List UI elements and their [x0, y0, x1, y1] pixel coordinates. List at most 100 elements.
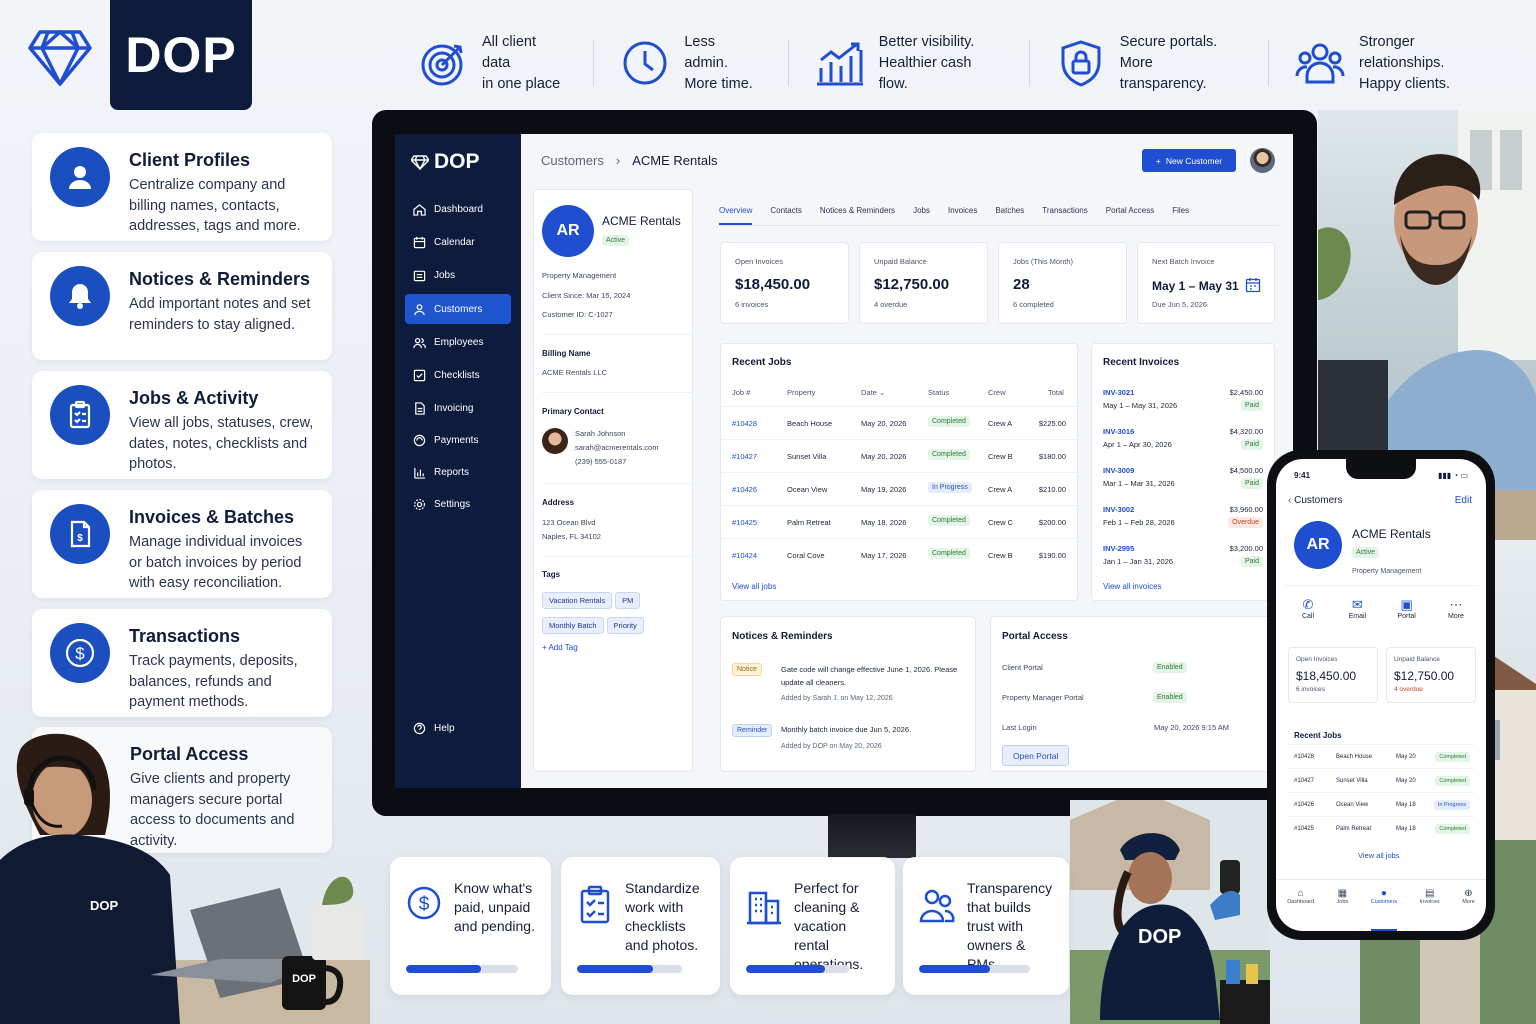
tag[interactable]: Priority [606, 617, 644, 634]
kpi-jobs-month[interactable]: Jobs (This Month) 28 6 completed [998, 242, 1127, 324]
tab-batches[interactable]: Batches [995, 200, 1024, 225]
sidebar-item-help[interactable]: Help [405, 713, 511, 743]
pm-portal-status[interactable]: Enabled [1153, 692, 1187, 703]
tag[interactable]: Vacation Rentals [542, 592, 613, 609]
tag[interactable]: Monthly Batch [542, 617, 604, 634]
job-id-link[interactable]: #10427 [732, 452, 757, 461]
mobile-kpi-unpaid[interactable]: Unpaid Balance $12,750.00 4 overdue [1386, 647, 1476, 703]
sidebar-item-employees[interactable]: Employees [405, 327, 511, 357]
edit-button[interactable]: Edit [1455, 495, 1472, 506]
kpi-next-batch[interactable]: Next Batch Invoice May 1 – May 31 Due Jun … [1137, 242, 1275, 324]
mobile-job-row[interactable]: #10427 Sunset Villa May 20 Completed [1288, 768, 1474, 792]
invoice-id[interactable]: INV-2995 [1103, 544, 1134, 553]
more-button[interactable]: ⋯ More [1438, 597, 1474, 620]
sidebar-item-settings[interactable]: Settings [405, 489, 511, 519]
battery-icon: ▮▮▮ ◔ ▭ [1437, 471, 1468, 480]
invoice-id[interactable]: INV-3002 [1103, 505, 1134, 514]
mobile-job-property: Beach House [1336, 754, 1373, 760]
mobile-job-row[interactable]: #10425 Palm Retreat May 18 Completed [1288, 816, 1474, 840]
invoice-row[interactable]: INV-3002 Feb 1 – Feb 28, 2026 $3,960.00 Ove… [1092, 497, 1274, 536]
new-customer-button[interactable]: + New Customer [1142, 149, 1236, 172]
invoice-id[interactable]: INV-3009 [1103, 466, 1134, 475]
job-id-link[interactable]: #10426 [732, 485, 757, 494]
invoice-row[interactable]: INV-3009 Mar 1 – Mar 31, 2026 $4,500.00 Pai… [1092, 458, 1274, 497]
contact-email[interactable]: sarah@acmerentals.com [575, 443, 658, 452]
mobile-view-all-jobs[interactable]: View all jobs [1358, 851, 1400, 860]
sidebar-item-payments[interactable]: Payments [405, 425, 511, 455]
contact-phone[interactable]: (239) 555-0187 [575, 457, 626, 466]
client-portal-status[interactable]: Enabled [1153, 662, 1187, 673]
job-crew: Crew C [988, 518, 1014, 527]
call-button[interactable]: ✆ Call [1290, 597, 1326, 620]
invoice-status: Overdue [1228, 517, 1263, 528]
gear-icon [413, 498, 426, 510]
support-agent-illustration: DOP DOP [0, 730, 370, 1024]
mug-logo: DOP [292, 973, 316, 985]
breadcrumb-customers[interactable]: Customers [541, 153, 604, 168]
invoice-row[interactable]: INV-2995 Jan 1 – Jan 31, 2026 $3,200.00 Pai… [1092, 536, 1274, 575]
mobile-job-row[interactable]: #10426 Ocean View May 18 In Progress [1288, 792, 1474, 816]
progress-bar [919, 965, 1030, 973]
invoice-id[interactable]: INV-3021 [1103, 388, 1134, 397]
portal-button[interactable]: ▣ Portal [1389, 597, 1425, 620]
tabbar-dashboard[interactable]: ⌂ Dashboard [1287, 888, 1314, 931]
status-badge: Active [602, 235, 630, 246]
invoice-row[interactable]: INV-3021 May 1 – May 31, 2026 $2,450.00 Pai… [1092, 380, 1274, 419]
table-row[interactable]: #10427 Sunset Villa May 20, 2026 Completed C… [721, 439, 1077, 472]
table-row[interactable]: #10424 Coral Cove May 17, 2026 Completed Cre… [721, 538, 1077, 571]
sidebar-item-jobs[interactable]: Jobs [405, 260, 511, 290]
sidebar-item-calendar[interactable]: Calendar [405, 227, 511, 257]
tab-overview[interactable]: Overview [719, 200, 753, 225]
invoice-id[interactable]: INV-3016 [1103, 427, 1134, 436]
customer-avatar: AR [1294, 521, 1342, 569]
view-all-invoices-link[interactable]: View all invoices [1103, 582, 1162, 591]
tab-jobs[interactable]: Jobs [913, 200, 930, 225]
table-row[interactable]: #10428 Beach House May 20, 2026 Completed Cr… [721, 406, 1077, 439]
job-id-link[interactable]: #10424 [732, 551, 757, 560]
sidebar-item-dashboard[interactable]: Dashboard [405, 194, 511, 224]
tabbar-more[interactable]: ⊕ More [1462, 888, 1475, 931]
tab-portal-access[interactable]: Portal Access [1106, 200, 1154, 225]
tab-notices[interactable]: Notices & Reminders [820, 200, 895, 225]
reminder-badge: Reminder [732, 724, 773, 737]
kpi-unpaid-balance[interactable]: Unpaid Balance $12,750.00 4 overdue [859, 242, 988, 324]
tabbar-customers[interactable]: ● Customers [1370, 888, 1398, 931]
mobile-kpi-open-invoices[interactable]: Open Invoices $18,450.00 6 invoices [1288, 647, 1378, 703]
people-icon [1295, 43, 1345, 84]
tag[interactable]: PM [615, 592, 641, 609]
tab-invoices[interactable]: Invoices [948, 200, 977, 225]
tab-files[interactable]: Files [1172, 200, 1189, 225]
sidebar-item-customers[interactable]: Customers [405, 294, 511, 324]
tab-transactions[interactable]: Transactions [1042, 200, 1088, 225]
dollar-icon: $ [50, 623, 110, 683]
view-all-jobs-link[interactable]: View all jobs [732, 582, 776, 591]
invoice-row[interactable]: INV-3016 Apr 1 – Apr 30, 2026 $4,320.00 Pai… [1092, 419, 1274, 458]
benefit-item: Secure portals. More transparency. [1056, 34, 1269, 92]
table-row[interactable]: #10426 Ocean View May 19, 2026 In Progress C… [721, 472, 1077, 505]
add-tag-button[interactable]: + Add Tag [542, 643, 578, 652]
tabbar-invoices[interactable]: ▤ Invoices [1420, 888, 1440, 931]
sidebar-item-reports[interactable]: Reports [405, 457, 511, 487]
tab-contacts[interactable]: Contacts [770, 200, 802, 225]
mobile-job-status: In Progress [1433, 800, 1470, 810]
user-avatar[interactable] [1250, 148, 1275, 173]
email-button[interactable]: ✉ Email [1339, 597, 1375, 620]
tabbar-jobs[interactable]: ▦ Jobs [1337, 888, 1349, 931]
sort-icon: ⌄ [878, 388, 886, 397]
job-id-link[interactable]: #10425 [732, 518, 757, 527]
phone-notch [1346, 459, 1416, 479]
sidebar-item-checklists[interactable]: Checklists [405, 360, 511, 390]
kpi-open-invoices[interactable]: Open Invoices $18,450.00 6 invoices [720, 242, 849, 324]
back-button[interactable]: ‹ Customers [1288, 495, 1342, 506]
mobile-job-row[interactable]: #10428 Beach House May 20 Completed [1288, 744, 1474, 768]
benefit-item: Stronger relationships. Happy clients. [1295, 34, 1528, 92]
job-id-link[interactable]: #10428 [732, 419, 757, 428]
table-row[interactable]: #10425 Palm Retreat May 18, 2026 Completed C… [721, 505, 1077, 538]
feature-invoices: $ Invoices & Batches Manage individual in… [32, 490, 332, 598]
sidebar-item-invoicing[interactable]: Invoicing [405, 393, 511, 423]
customer-name: ACME Rentals [602, 214, 681, 228]
feature-client-profiles: Client Profiles Centralize company and bi… [32, 133, 332, 241]
col-header: Status [928, 388, 950, 397]
open-portal-button[interactable]: Open Portal [1002, 745, 1070, 766]
col-header-date[interactable]: Date ⌄ [861, 388, 885, 397]
